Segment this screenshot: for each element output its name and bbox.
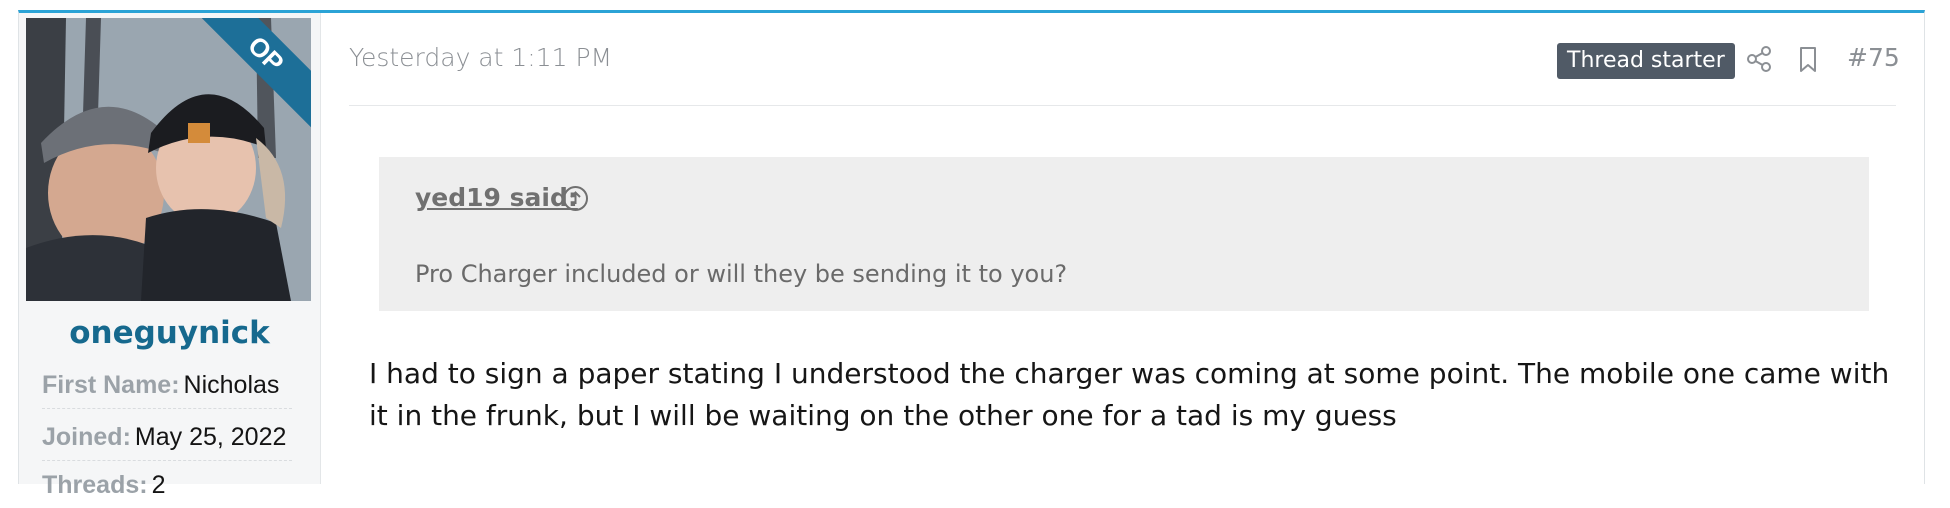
user-info-threads: Threads: 2 (42, 471, 292, 508)
header-divider (349, 105, 1896, 106)
forum-post: OP oneguynick First Name: Nicholas Joined… (18, 10, 1925, 499)
share-icon[interactable] (1744, 44, 1774, 74)
info-label: Threads: (42, 471, 148, 499)
post-message: I had to sign a paper stating I understo… (369, 357, 1890, 432)
info-label: First Name: (42, 371, 180, 399)
thread-starter-badge: Thread starter (1557, 43, 1735, 79)
quote-block: yed19 said: Pro Charger included or will… (379, 157, 1869, 311)
user-sidebar: OP oneguynick First Name: Nicholas Joined… (19, 13, 321, 499)
info-value: May 25, 2022 (134, 423, 287, 451)
post-number-link[interactable]: #75 (1847, 43, 1900, 72)
info-label: Joined: (42, 423, 131, 451)
jump-to-quote-icon[interactable] (562, 185, 589, 212)
username-link[interactable]: oneguynick (19, 315, 320, 351)
user-info-joined: Joined: May 25, 2022 (42, 423, 292, 461)
quote-author-link[interactable]: yed19 said: (415, 183, 578, 212)
quote-text: Pro Charger included or will they be sen… (415, 260, 1068, 288)
post-date-link[interactable]: Yesterday at 1:11 PM (349, 43, 612, 72)
user-info-first-name: First Name: Nicholas (42, 371, 292, 409)
info-value: Nicholas (183, 371, 280, 399)
info-value: 2 (151, 471, 166, 499)
avatar[interactable]: OP (26, 18, 311, 301)
bookmark-icon[interactable] (1793, 44, 1823, 74)
